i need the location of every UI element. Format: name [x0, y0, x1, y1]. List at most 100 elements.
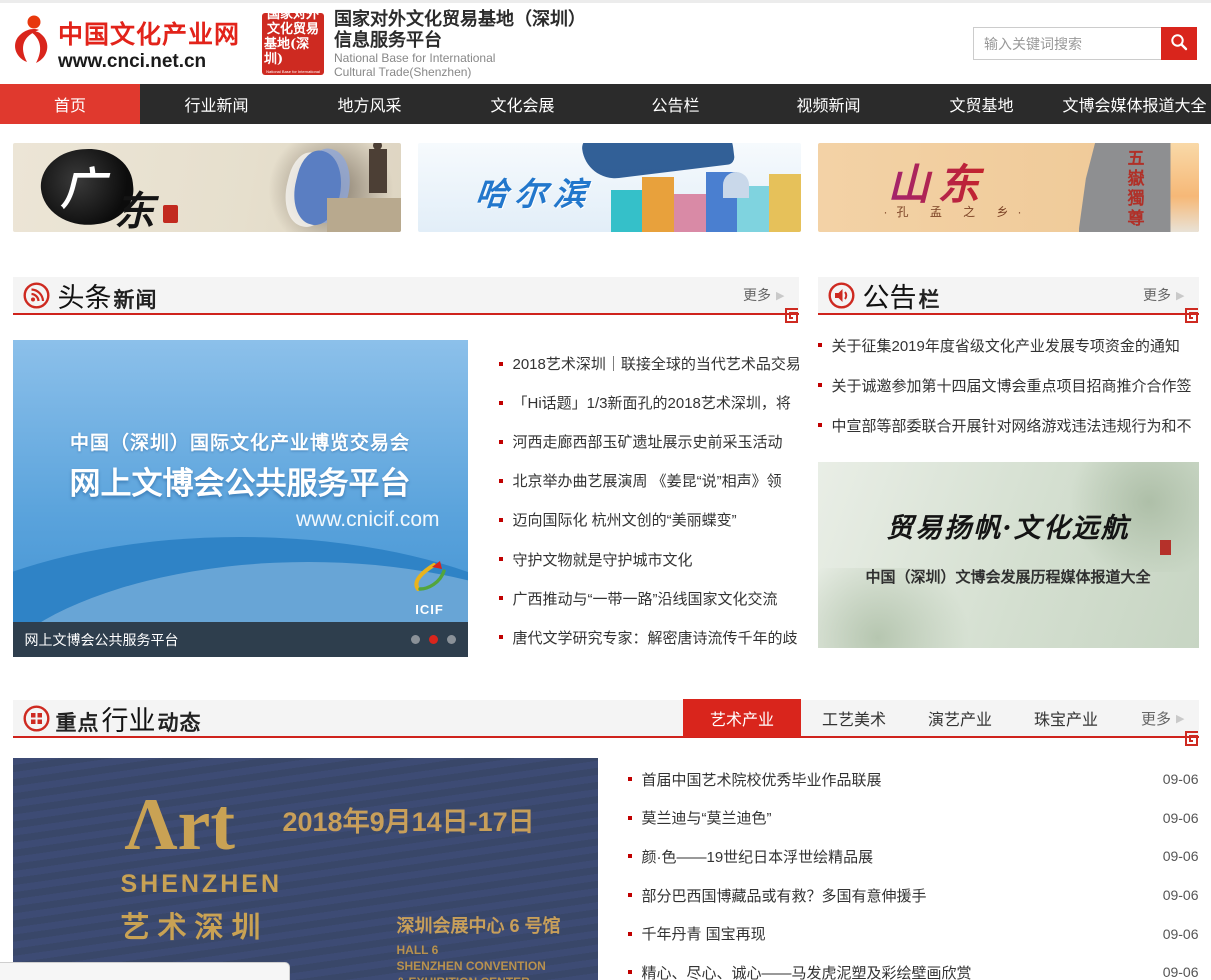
nav-item[interactable]: 行业新闻: [140, 84, 293, 124]
nav-item[interactable]: 公告栏: [599, 84, 752, 124]
platform-title-en: Cultural Trade(Shenzhen): [334, 65, 586, 79]
headlines-rss-icon: [23, 282, 50, 309]
nav-item[interactable]: 视频新闻: [752, 84, 905, 124]
expo-history-banner[interactable]: 贸易扬帆·文化远航 中国（深圳）文博会发展历程媒体报道大全: [818, 462, 1199, 648]
news-date: 09-06: [1163, 964, 1199, 980]
headline-item[interactable]: 唐代文学研究专家：解密唐诗流传千年的歧: [499, 618, 799, 657]
news-date: 09-06: [1163, 771, 1199, 787]
banner-harbin-title: 哈尔滨: [473, 169, 595, 215]
red-bullet: [818, 343, 822, 347]
headlines-more-link[interactable]: 更多 ▶: [743, 285, 798, 305]
poster-art-logo: Λrt: [125, 790, 236, 860]
carousel-slide-url: www.cnicif.com: [296, 508, 440, 532]
status-tooltip: [0, 962, 290, 980]
seal-english: Cultural Trade ( Shenzhen ): [268, 76, 317, 81]
platform-title-cn: 信息服务平台: [334, 30, 586, 51]
carousel-dot[interactable]: [447, 635, 456, 644]
banner-guangdong-char: 东: [115, 179, 155, 232]
headlines-carousel[interactable]: 中国（深圳）国际文化产业博览交易会 网上文博会公共服务平台 www.cnicif…: [13, 340, 468, 657]
headline-item[interactable]: 守护文物就是守护城市文化: [499, 539, 799, 578]
poster-date: 2018年9月14日-17日: [283, 800, 535, 839]
poster-title-cn: 艺术深圳: [121, 904, 269, 946]
greek-key-ornament: [784, 308, 799, 328]
site-header: 中国文化产业网 www.cnci.net.cn 国家对外 文化贸易 基地(深圳)…: [0, 3, 1211, 84]
search-input[interactable]: [973, 27, 1161, 60]
search-icon: [1170, 33, 1188, 54]
stone-inscription: 五嶽獨尊: [1122, 149, 1147, 229]
national-base-seal: 国家对外 文化贸易 基地(深圳) National Base for Inter…: [262, 13, 324, 75]
site-logo[interactable]: 中国文化产业网 www.cnci.net.cn: [10, 13, 240, 74]
nav-item[interactable]: 文博会媒体报道大全: [1058, 84, 1211, 124]
art-shenzhen-poster[interactable]: Λrt SHENZHEN 艺术深圳 2018年9月14日-17日 深圳会展中心 …: [13, 758, 598, 980]
industry-title: 重点 行业 动态: [56, 699, 202, 738]
search-box: [973, 27, 1197, 60]
headlines-header: 头条 新闻 更多 ▶: [13, 277, 799, 315]
industry-tab[interactable]: 珠宝产业: [1013, 699, 1119, 737]
carousel-dot[interactable]: [411, 635, 420, 644]
red-bullet: [499, 596, 503, 600]
logo-swoosh-icon: [10, 13, 52, 74]
nav-item[interactable]: 首页: [0, 84, 140, 124]
icif-logo: ICIF: [410, 559, 450, 617]
headlines-list: 2018艺术深圳｜联接全球的当代艺术品交易 「Hi话题」1/3新面孔的2018艺…: [499, 340, 799, 657]
seal-line: 国家对外: [267, 7, 319, 22]
carousel-caption-bar: 网上文博会公共服务平台: [13, 622, 468, 657]
industry-news-item[interactable]: 千年丹青 国宝再现 09-06: [628, 914, 1199, 953]
announcements-list: 关于征集2019年度省级文化产业发展专项资金的通知 关于诚邀参加第十四届文博会重…: [818, 315, 1199, 445]
red-bullet: [499, 557, 503, 561]
promo-subtitle: 中国（深圳）文博会发展历程媒体报道大全: [818, 566, 1199, 587]
banner-shandong[interactable]: 山东 ·孔 孟 之 乡· 五嶽獨尊: [818, 143, 1199, 232]
carousel-slide-line2: 网上文博会公共服务平台: [13, 458, 468, 503]
headline-item[interactable]: 河西走廊西部玉矿遗址展示史前采玉活动: [499, 422, 799, 461]
announcement-speaker-icon: [828, 282, 855, 309]
promo-title: 贸易扬帆·文化远航: [818, 506, 1199, 545]
poster-venue-cn: 深圳会展中心 6 号馆: [397, 912, 561, 938]
red-bullet: [499, 635, 503, 639]
announcement-item[interactable]: 中宣部等部委联合开展针对网络游戏违法违规行为和不: [818, 405, 1199, 445]
platform-title: 国家对外文化贸易基地（深圳） 信息服务平台 National Base for …: [334, 9, 586, 79]
chevron-right-icon: ▶: [776, 289, 784, 302]
announcement-item[interactable]: 关于征集2019年度省级文化产业发展专项资金的通知: [818, 325, 1199, 365]
red-bullet: [818, 423, 822, 427]
headline-item[interactable]: 广西推动与“一带一路”沿线国家文化交流: [499, 579, 799, 618]
headline-item[interactable]: 迈向国际化 杭州文创的“美丽蝶变”: [499, 500, 799, 539]
red-bullet: [499, 518, 503, 522]
industry-news-item[interactable]: 首届中国艺术院校优秀毕业作品联展 09-06: [628, 760, 1199, 799]
banner-harbin[interactable]: 哈尔滨: [418, 143, 801, 232]
announcements-more-link[interactable]: 更多 ▶: [1143, 285, 1198, 305]
industry-tab[interactable]: 演艺产业: [907, 699, 1013, 737]
nav-item[interactable]: 文化会展: [446, 84, 599, 124]
city-skyline: [611, 170, 801, 232]
news-date: 09-06: [1163, 848, 1199, 864]
nav-item[interactable]: 文贸基地: [905, 84, 1058, 124]
site-url: www.cnci.net.cn: [58, 51, 240, 73]
platform-title-cn: 国家对外文化贸易基地（深圳）: [334, 9, 586, 30]
industry-more-link[interactable]: 更多 ▶: [1119, 708, 1198, 729]
greek-key-ornament: [1184, 308, 1199, 328]
red-bullet: [499, 479, 503, 483]
industry-tab[interactable]: 艺术产业: [683, 699, 801, 737]
carousel-slide-line1: 中国（深圳）国际文化产业博览交易会: [13, 428, 468, 455]
seal-line: 文化贸易: [267, 22, 319, 37]
nav-item[interactable]: 地方风采: [293, 84, 446, 124]
industry-tab[interactable]: 工艺美术: [801, 699, 907, 737]
industry-news-item[interactable]: 部分巴西国博藏品或有救？多国有意伸援手 09-06: [628, 876, 1199, 915]
headline-item[interactable]: 北京举办曲艺展演周 《姜昆“说”相声》领: [499, 461, 799, 500]
headline-item[interactable]: 2018艺术深圳｜联接全球的当代艺术品交易: [499, 344, 799, 383]
carousel-dot[interactable]: [429, 635, 438, 644]
poster-shenzhen: SHENZHEN: [121, 870, 283, 899]
red-bullet: [499, 401, 503, 405]
industry-news-item[interactable]: 莫兰迪与“莫兰迪色” 09-06: [628, 799, 1199, 838]
search-button[interactable]: [1161, 27, 1197, 60]
poster-venue-en: HALL 6 SHENZHEN CONVENTION & EXHIBITION …: [397, 942, 546, 980]
industry-news-list: 首届中国艺术院校优秀毕业作品联展 09-06 莫兰迪与“莫兰迪色” 09-06 …: [628, 758, 1199, 980]
headlines-title: 头条 新闻: [56, 276, 158, 315]
industry-news-item[interactable]: 精心、尽心、诚心——马发虎泥塑及彩绘壁画欣赏 09-06: [628, 953, 1199, 980]
announcement-item[interactable]: 关于诚邀参加第十四届文博会重点项目招商推介合作签: [818, 365, 1199, 405]
main-nav: 首页行业新闻地方风采文化会展公告栏视频新闻文贸基地文博会媒体报道大全: [0, 84, 1211, 124]
headline-item[interactable]: 「Hi话题」1/3新面孔的2018艺术深圳，将: [499, 383, 799, 422]
announcements-header: 公告 栏 更多 ▶: [818, 277, 1199, 315]
industry-news-item[interactable]: 颜·色——19世纪日本浮世绘精品展 09-06: [628, 837, 1199, 876]
industry-header: 重点 行业 动态 艺术产业工艺美术演艺产业珠宝产业 更多 ▶: [13, 700, 1199, 738]
banner-guangdong[interactable]: 广 东: [13, 143, 401, 232]
